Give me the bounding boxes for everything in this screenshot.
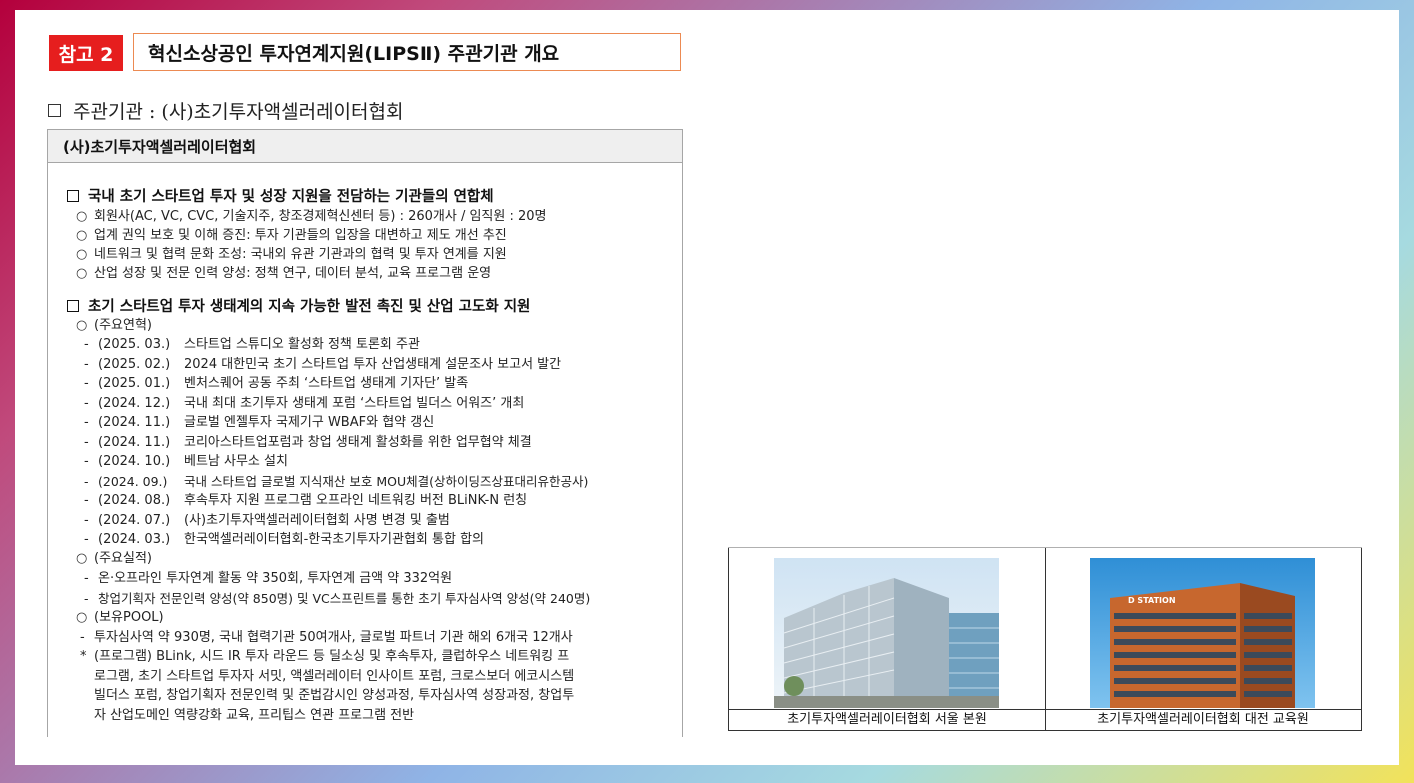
section-2-title: 초기 스타트업 투자 생태계의 지속 가능한 발전 촉진 및 산업 고도화 지원 <box>67 295 530 316</box>
seoul-photo-caption: 초기투자액셀러레이터협회 서울 본원 <box>729 709 1045 730</box>
panel-title: (사)초기투자액셀러레이터협회 <box>48 130 682 163</box>
building-sign-text: D STATION <box>1128 596 1176 605</box>
circle-bullet-icon: ○ <box>76 247 88 262</box>
circle-bullet-icon: ○ <box>76 610 88 625</box>
history-item: - (2024. 03.) 한국액셀러레이터협회-한국초기투자기관협회 통합 합의 <box>84 532 484 547</box>
program-line: 자 산업도메인 역량강화 교육, 프리팁스 연관 프로그램 전반 <box>94 707 415 723</box>
photo-table: 초기투자액셀러레이터협회 서울 본원 D STATION 초기투자액셀러레이터협… <box>728 547 1362 731</box>
pool-item: - 투자심사역 약 930명, 국내 협력기관 50여개사, 글로벌 파트너 기관… <box>80 629 573 645</box>
history-item: - (2024. 08.) 후속투자 지원 프로그램 오프라인 네트워킹 버전 BL… <box>84 493 528 508</box>
checkbox-square-icon <box>48 104 61 117</box>
list-item: ○ 네트워크 및 협력 문화 조성: 국내외 유관 기관과의 협력 및 투자 연계… <box>76 247 507 262</box>
section-1-title: 국내 초기 스타트업 투자 및 성장 지원을 전담하는 기관들의 연합체 <box>67 185 494 206</box>
org-heading: 주관기관 : (사)초기투자액셀러레이터협회 <box>48 97 403 124</box>
program-line: 빌더스 포럼, 창업기획자 전문인력 및 준법감시인 양성과정, 투자심사역 성… <box>94 688 575 703</box>
document-page: 참고 2 혁신소상공인 투자연계지원(LIPSⅡ) 주관기관 개요 주관기관 :… <box>15 10 1399 765</box>
circle-bullet-icon: ○ <box>76 318 88 333</box>
seoul-photo-cell: 초기투자액셀러레이터협회 서울 본원 <box>728 548 1046 730</box>
circle-bullet-icon: ○ <box>76 228 88 243</box>
section-2-title-text: 초기 스타트업 투자 생태계의 지속 가능한 발전 촉진 및 산업 고도화 지원 <box>88 299 531 315</box>
square-bullet-icon <box>67 189 79 202</box>
daejeon-photo-caption: 초기투자액셀러레이터협회 대전 교육원 <box>1045 709 1361 730</box>
page-title: 혁신소상공인 투자연계지원(LIPSⅡ) 주관기관 개요 <box>133 33 681 71</box>
reference-badge: 참고 2 <box>49 35 123 71</box>
history-item: - (2024. 11.) 코리아스타트업포럼과 창업 생태계 활성화를 위한 업무… <box>84 434 532 450</box>
pool-label: ○ (보유POOL) <box>76 610 164 625</box>
program-line: * (프로그램) BLink, 시드 IR 투자 라운드 등 딜소싱 및 후속투자… <box>80 649 570 664</box>
org-summary-panel: (사)초기투자액셀러레이터협회 국내 초기 스타트업 투자 및 성장 지원을 전… <box>47 129 683 737</box>
history-item: - (2025. 01.) 벤처스퀘어 공동 주최 ‘스타트업 생태계 기자단’ 발… <box>84 376 469 391</box>
list-item: ○ 회원사(AC, VC, CVC, 기술지주, 창조경제혁신센터 등) : 26… <box>76 209 547 224</box>
history-item: - (2025. 03.) 스타트업 스튜디오 활성화 정책 토론회 주관 <box>84 337 420 352</box>
daejeon-building-photo: D STATION <box>1090 558 1315 708</box>
program-line: 로그램, 초기 스타트업 투자자 서밋, 액셀러레이터 인사이트 포럼, 크로스… <box>94 668 575 684</box>
list-item: ○ 업계 권익 보호 및 이해 증진: 투자 기관들의 입장을 대변하고 제도 개… <box>76 228 507 243</box>
square-bullet-icon <box>67 299 79 312</box>
history-label: ○ (주요연혁) <box>76 318 152 333</box>
history-item: - (2025. 02.) 2024 대한민국 초기 스타트업 투자 산업생태계 설… <box>84 356 562 372</box>
history-item: - (2024. 09.) 국내 스타트업 글로벌 지식재산 보호 MOU체결(상하… <box>84 473 589 489</box>
history-item: - (2024. 07.) (사)초기투자액셀러레이터협회 사명 변경 및 출범 <box>84 512 450 528</box>
achievements-label: ○ (주요실적) <box>76 551 152 566</box>
circle-bullet-icon: ○ <box>76 266 88 281</box>
history-item: - (2024. 12.) 국내 최대 초기투자 생태계 포럼 ‘스타트업 빌더스 … <box>84 395 525 411</box>
daejeon-photo-cell: D STATION 초기투자액셀러레이터협회 대전 교육원 <box>1045 548 1362 730</box>
circle-bullet-icon: ○ <box>76 551 88 566</box>
achievement-item: - 창업기획자 전문인력 양성(약 850명) 및 VC스프린트를 통한 초기 투… <box>84 590 591 606</box>
achievement-item: - 온·오프라인 투자연계 활동 약 350회, 투자연계 금액 약 332억원 <box>84 571 453 586</box>
seoul-building-photo <box>774 558 999 708</box>
history-item: - (2024. 10.) 베트남 사무소 설치 <box>84 454 288 469</box>
section-1-title-text: 국내 초기 스타트업 투자 및 성장 지원을 전담하는 기관들의 연합체 <box>88 189 494 205</box>
history-item: - (2024. 11.) 글로벌 엔젤투자 국제기구 WBAF와 협약 갱신 <box>84 415 435 430</box>
list-item: ○ 산업 성장 및 전문 인력 양성: 정책 연구, 데이터 분석, 교육 프로그… <box>76 266 492 281</box>
org-heading-text: 주관기관 : (사)초기투자액셀러레이터협회 <box>73 101 404 123</box>
circle-bullet-icon: ○ <box>76 209 88 224</box>
